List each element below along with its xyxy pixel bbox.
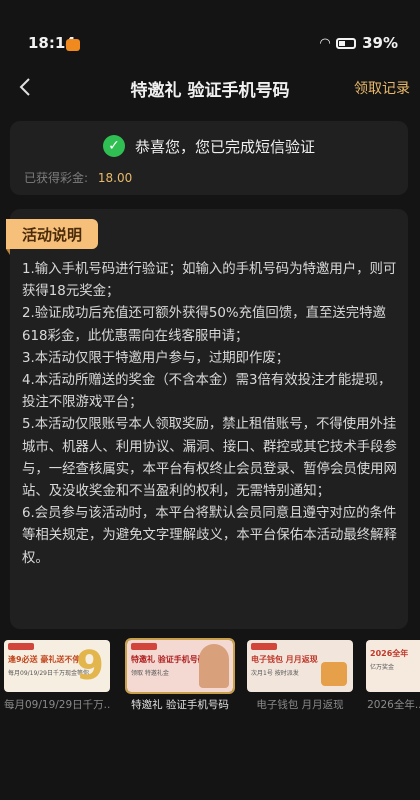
promo-thumb-number: 9 [76, 643, 104, 689]
app-notification-icon [66, 39, 80, 51]
promo-card-active[interactable]: 特邀礼 验证手机号码 领取 特邀礼金 特邀礼 验证手机号码 [125, 638, 235, 711]
model-figure [199, 644, 229, 688]
promo-card[interactable]: 2026全年 亿万奖金 2026全年... [366, 640, 420, 711]
promo-thumb-text: 电子钱包 月月返现 [251, 655, 318, 664]
promo-thumbnail: 逢9必送 豪礼送不停 每月09/19/29日千万现金等你 9 [4, 640, 110, 692]
wifi-icon: ◠ [320, 35, 331, 51]
promo-thumb-text: 特邀礼 验证手机号码 [131, 655, 206, 664]
status-indicators: ◠ 39% [320, 34, 398, 52]
promo-caption: 特邀礼 验证手机号码 [131, 699, 229, 711]
verification-success-card: ✓ 恭喜您，您已完成短信验证 已获得彩金: 18.00 [10, 121, 408, 195]
activity-rules-card: 活动说明 1.输入手机号码进行验证；如输入的手机号码为特邀用户，则可获得18元奖… [6, 209, 408, 629]
check-circle-icon: ✓ [102, 135, 125, 157]
status-bar: 18:14 ◠ 39% [0, 30, 420, 58]
rule-item: 6.会员参与该活动时，本平台将默认会员同意且遵守对应的条件等相关规定，为避免文字… [22, 506, 397, 566]
bonus-row: 已获得彩金: 18.00 [24, 169, 132, 186]
bonus-value: 18.00 [97, 171, 133, 185]
promo-caption: 电子钱包 月月返现 [256, 699, 344, 711]
promo-thumb-text: 2026全年 [370, 649, 409, 658]
success-message: 恭喜您，您已完成短信验证 [134, 137, 315, 156]
promo-caption: 2026全年... [367, 699, 420, 711]
brand-logo [131, 643, 157, 650]
success-row: ✓ 恭喜您，您已完成短信验证 [10, 135, 408, 157]
promo-thumbnail: 2026全年 亿万奖金 [366, 640, 420, 692]
promo-thumb-sub: 领取 特邀礼金 [131, 670, 169, 677]
battery-percent: 39% [362, 34, 398, 52]
promo-card[interactable]: 逢9必送 豪礼送不停 每月09/19/29日千万现金等你 9 每月09/19/2… [4, 640, 110, 711]
promo-carousel: 逢9必送 豪礼送不停 每月09/19/29日千万现金等你 9 每月09/19/2… [0, 638, 420, 712]
brand-logo [8, 643, 34, 650]
rule-item: 5.本活动仅限账号本人领取奖励，禁止租借账号，不得使用外挂城市、机器人、利用协议… [22, 417, 397, 500]
rule-item: 2.验证成功后充值还可额外获得50%充值回馈，直至送完特邀618彩金，此优惠需向… [22, 306, 386, 344]
promo-thumbnail: 特邀礼 验证手机号码 领取 特邀礼金 [125, 638, 235, 694]
promo-card[interactable]: 电子钱包 月月返现 次月1号 按时派发 电子钱包 月月返现 [247, 640, 353, 711]
nav-bar: 特邀礼 验证手机号码 领取记录 [0, 66, 420, 108]
promo-thumb-sub: 亿万奖金 [370, 664, 395, 671]
rules-body: 1.输入手机号码进行验证；如输入的手机号码为特邀用户，则可获得18元奖金； 2.… [22, 259, 402, 570]
rules-tag: 活动说明 [6, 219, 98, 255]
battery-icon [336, 37, 357, 49]
rule-item: 3.本活动仅限于特邀用户参与，过期即作废； [22, 350, 290, 366]
brand-logo [251, 643, 277, 650]
bonus-label: 已获得彩金: [24, 171, 89, 185]
promo-thumb-text: 逢9必送 豪礼送不停 [8, 655, 81, 664]
claim-record-link[interactable]: 领取记录 [354, 78, 410, 98]
wallet-icon [321, 662, 347, 686]
rule-item: 4.本活动所赠送的奖金（不含本金）需3倍有效投注才能提现，投注不限游戏平台； [22, 373, 392, 411]
rule-item: 1.输入手机号码进行验证；如输入的手机号码为特邀用户，则可获得18元奖金； [22, 262, 397, 300]
promo-thumbnail: 电子钱包 月月返现 次月1号 按时派发 [247, 640, 353, 692]
promo-thumb-sub: 次月1号 按时派发 [251, 670, 299, 677]
promo-caption: 每月09/19/29日千万... [4, 699, 110, 711]
